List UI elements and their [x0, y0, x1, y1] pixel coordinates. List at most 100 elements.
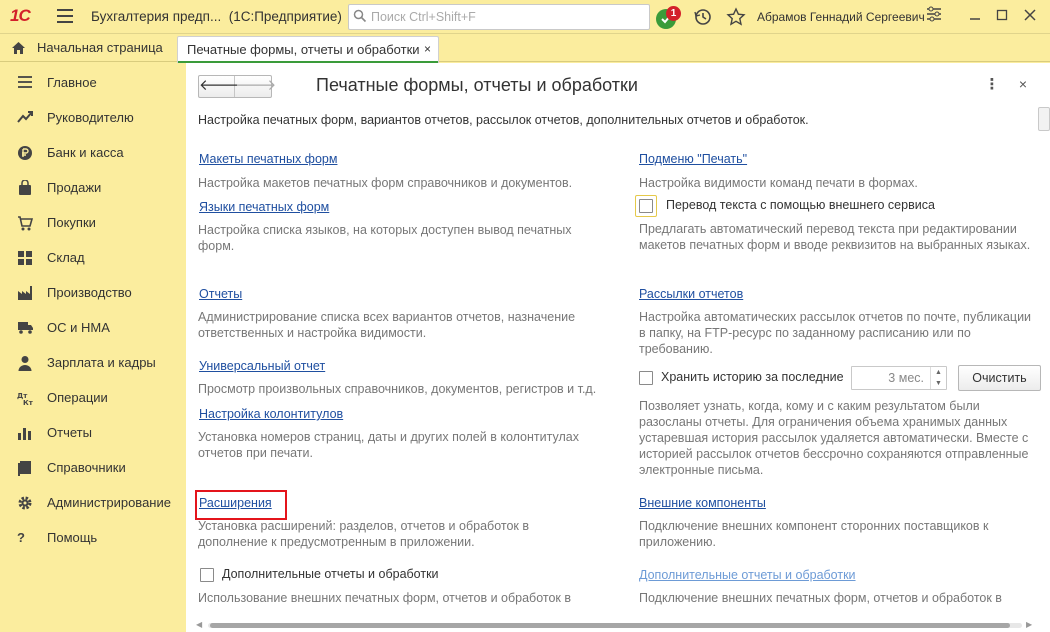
notification-badge: 1	[666, 6, 681, 21]
history-desc: Позволяет узнать, когда, кому и с каким …	[639, 399, 1029, 477]
sidebar-item-purchases[interactable]: Покупки	[0, 205, 185, 240]
history-checkbox[interactable]	[639, 371, 653, 385]
sidebar-item-assets[interactable]: ОС и НМА	[0, 310, 185, 345]
question-icon: ?	[17, 530, 25, 545]
bag-icon	[19, 180, 31, 195]
sidebar-item-help[interactable]: ? Помощь	[0, 520, 185, 555]
sidebar-item-label: Покупки	[47, 215, 96, 230]
sidebar-item-manager[interactable]: Руководителю	[0, 100, 185, 135]
title-bar: 1С Бухгалтерия предп... (1С:Предприятие)…	[0, 0, 1050, 34]
print-languages-link[interactable]: Языки печатных форм	[199, 200, 329, 214]
more-actions-icon[interactable]: ⋮	[984, 76, 1000, 94]
translate-checkbox[interactable]	[639, 199, 653, 213]
tab-print-forms[interactable]: Печатные формы, отчеты и обработки ×	[177, 36, 439, 63]
sidebar-item-label: Помощь	[47, 530, 98, 545]
vertical-scrollbar[interactable]	[1038, 107, 1050, 131]
stepper-arrows[interactable]: ▲ ▼	[930, 367, 946, 389]
extensions-link[interactable]: Расширения	[199, 496, 272, 510]
additional-reports-label: Дополнительные отчеты и обработки	[222, 567, 439, 581]
tab-close-icon[interactable]: ×	[424, 37, 431, 62]
sidebar-item-main[interactable]: Главное	[0, 65, 185, 100]
sidebar-item-salary[interactable]: Зарплата и кадры	[0, 345, 185, 380]
external-components-link[interactable]: Внешние компоненты	[639, 496, 766, 510]
svg-text:Кт: Кт	[23, 399, 33, 406]
sidebar-item-label: Склад	[47, 250, 85, 265]
additional-reports-checkbox[interactable]	[200, 568, 214, 582]
reports-link[interactable]: Отчеты	[199, 287, 242, 301]
settings-menu-icon[interactable]	[923, 6, 945, 28]
person-icon	[18, 356, 32, 371]
back-button[interactable]: 🡐	[199, 76, 239, 97]
history-icon[interactable]	[693, 7, 713, 27]
favorites-star-icon[interactable]	[726, 7, 746, 27]
minimize-icon[interactable]	[964, 6, 986, 28]
sidebar-item-bank[interactable]: Банк и касса	[0, 135, 185, 170]
truck-icon	[18, 322, 33, 334]
extensions-desc: Установка расширений: разделов, отчетов …	[198, 519, 529, 549]
scroll-left-icon[interactable]: ◀	[196, 620, 202, 629]
sidebar-item-production[interactable]: Производство	[0, 275, 185, 310]
maximize-icon[interactable]	[991, 6, 1013, 28]
headers-footers-link[interactable]: Настройка колонтитулов	[199, 407, 343, 421]
sidebar-item-label: Главное	[47, 75, 97, 90]
sidebar-item-operations[interactable]: Дт Кт Операции	[0, 380, 185, 415]
print-layouts-desc: Настройка макетов печатных форм справочн…	[198, 176, 573, 190]
scroll-right-icon[interactable]: ▶	[1026, 620, 1032, 629]
history-label: Хранить историю за последние	[661, 370, 844, 384]
sidebar-item-label: Банк и касса	[47, 145, 124, 160]
sidebar-item-reports[interactable]: Отчеты	[0, 415, 185, 450]
user-name[interactable]: Абрамов Геннадий Сергеевич	[757, 10, 925, 24]
stepper-up-icon[interactable]: ▲	[931, 367, 946, 378]
sidebar-item-warehouse[interactable]: Склад	[0, 240, 185, 275]
print-layouts-link[interactable]: Макеты печатных форм	[199, 152, 337, 166]
window-close-icon[interactable]	[1019, 6, 1041, 28]
print-languages-desc: Настройка списка языков, на которых дост…	[198, 223, 572, 253]
app-logo: 1С	[10, 6, 31, 25]
notifications-button[interactable]: 1	[656, 6, 681, 30]
gear-icon	[18, 496, 32, 510]
report-mailing-link[interactable]: Рассылки отчетов	[639, 287, 743, 301]
horizontal-scrollbar[interactable]: ◀ ▶	[196, 620, 1034, 630]
bar-chart-icon	[18, 428, 31, 440]
navigation-buttons: 🡐 🡒	[198, 75, 276, 98]
universal-report-link[interactable]: Универсальный отчет	[199, 359, 325, 373]
universal-report-desc: Просмотр произвольных справочников, доку…	[198, 382, 597, 396]
clear-history-button[interactable]: Очистить	[958, 365, 1041, 391]
app-name: Бухгалтерия предп...	[91, 9, 222, 24]
stepper-down-icon[interactable]: ▼	[931, 378, 946, 389]
form-close-icon[interactable]: ×	[1014, 75, 1032, 93]
sidebar-item-sales[interactable]: Продажи	[0, 170, 185, 205]
tab-bar: Начальная страница Печатные формы, отчет…	[0, 34, 1050, 63]
book-icon	[18, 461, 31, 476]
scroll-thumb[interactable]	[210, 623, 1010, 628]
ruble-icon	[18, 146, 32, 160]
sections-sidebar: Главное Руководителю Банк и касса Продаж…	[0, 63, 185, 632]
search-icon	[353, 9, 367, 23]
sidebar-item-catalogs[interactable]: Справочники	[0, 450, 185, 485]
print-submenu-desc: Настройка видимости команд печати в форм…	[639, 176, 918, 190]
search-input[interactable]	[371, 8, 641, 26]
translate-desc: Предлагать автоматический перевод текста…	[639, 222, 1031, 252]
additional-reports-desc: Использование внешних печатных форм, отч…	[198, 591, 572, 605]
external-components-desc: Подключение внешних компонент сторонних …	[639, 519, 989, 549]
history-period-stepper[interactable]: 3 мес. ▲ ▼	[851, 366, 947, 390]
reports-desc: Администрирование списка всех вариантов …	[198, 310, 576, 340]
history-period-value: 3 мес.	[888, 371, 924, 385]
sidebar-item-administration[interactable]: Администрирование	[0, 485, 185, 520]
factory-icon	[18, 286, 32, 300]
main-menu-icon[interactable]	[57, 9, 73, 23]
sidebar-item-label: Отчеты	[47, 425, 92, 440]
tab-print-forms-label: Печатные формы, отчеты и обработки	[187, 42, 420, 57]
sidebar-item-label: Администрирование	[47, 495, 171, 510]
sidebar-item-label: Операции	[47, 390, 108, 405]
forward-button[interactable]: 🡒	[236, 76, 276, 97]
warehouse-icon	[18, 251, 32, 265]
additional-reports-link[interactable]: Дополнительные отчеты и обработки	[639, 568, 856, 582]
global-search[interactable]	[348, 4, 650, 30]
print-submenu-link[interactable]: Подменю "Печать"	[639, 152, 747, 166]
sidebar-item-label: Производство	[47, 285, 132, 300]
sidebar-item-label: Зарплата и кадры	[47, 355, 156, 370]
translate-label: Перевод текста с помощью внешнего сервис…	[666, 198, 935, 212]
tab-home[interactable]: Начальная страница	[0, 34, 172, 62]
form-area: 🡐 🡒 Печатные формы, отчеты и обработки ⋮…	[186, 63, 1050, 632]
